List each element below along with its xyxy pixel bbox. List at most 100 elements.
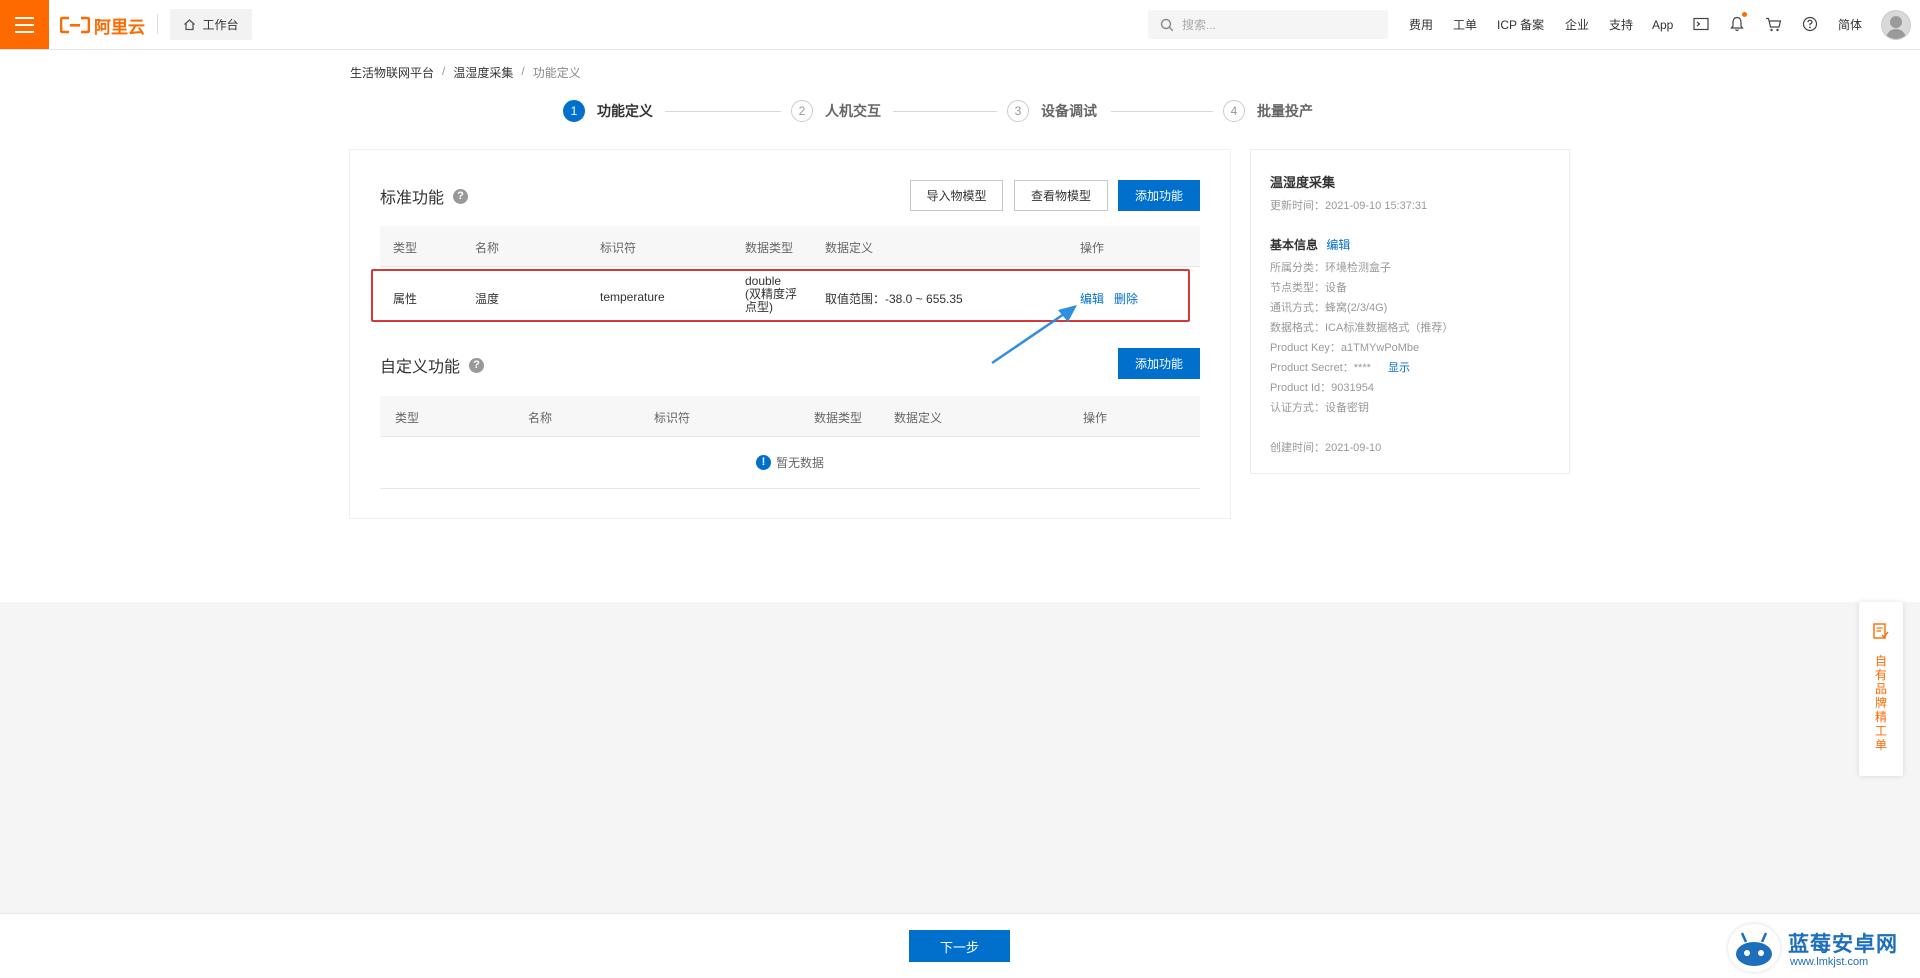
avatar[interactable] <box>1881 10 1911 40</box>
info-icon: ! <box>755 454 771 470</box>
step-3: 3 设备调试 <box>1007 100 1097 122</box>
step-4: 4 批量投产 <box>1223 100 1313 122</box>
info-line: 节点类型：设备 <box>1270 282 1347 294</box>
nav-support[interactable]: 支持 <box>1609 0 1633 49</box>
column-header: 操作 <box>1083 411 1108 425</box>
column-header: 数据类型 <box>814 411 863 425</box>
info-line: 所属分类：环境检测盒子 <box>1270 262 1391 274</box>
standard-section-title: 标准功能 ? <box>380 184 469 208</box>
product-secret: Product Secret：**** <box>1270 362 1371 374</box>
step-number: 1 <box>563 100 585 122</box>
created-time: 创建时间：2021-09-10 <box>1270 442 1382 454</box>
info-line: 通讯方式：蜂窝(2/3/4G) <box>1270 302 1388 314</box>
info-line: 数据格式：ICA标准数据格式（推荐） <box>1270 322 1454 334</box>
function-definition-card: 标准功能 ? 导入物模型 查看物模型 添加功能 类型 名称 标识符 数据类型 数… <box>350 150 1230 518</box>
edit-info-link[interactable]: 编辑 <box>1326 238 1350 252</box>
next-step-button[interactable]: 下一步 <box>909 930 1010 962</box>
column-header: 操作 <box>1080 241 1105 255</box>
view-model-button[interactable]: 查看物模型 <box>1014 180 1108 211</box>
column-header: 数据定义 <box>825 241 874 255</box>
hamburger-icon <box>15 17 34 19</box>
step-connector <box>893 111 997 112</box>
basic-info-text: 基本信息 <box>1270 238 1319 252</box>
divider <box>157 14 158 34</box>
step-progress: 1 功能定义 2 人机交互 3 设备调试 4 批量投产 <box>563 100 1318 124</box>
show-secret-link[interactable]: 显示 <box>1388 362 1410 374</box>
breadcrumb-separator: / <box>521 64 525 78</box>
info-line: Product Key：a1TMYwPoMbe <box>1270 342 1420 354</box>
column-header: 类型 <box>395 411 420 425</box>
search-input[interactable] <box>1180 16 1374 33</box>
hamburger-icon-line <box>15 31 34 33</box>
breadcrumb-product[interactable]: 温湿度采集 <box>453 64 513 81</box>
updated-time: 更新时间：2021-09-10 15:37:31 <box>1270 200 1428 212</box>
terminal-icon[interactable] <box>1691 14 1711 34</box>
import-model-button[interactable]: 导入物模型 <box>910 180 1003 211</box>
watermark: 蓝莓安卓网 www.lmkjst.com <box>1728 922 1918 974</box>
step-1: 1 功能定义 <box>563 100 653 122</box>
step-number: 3 <box>1007 100 1029 122</box>
floating-ticket-tab[interactable]: 自有品牌精工单 <box>1859 602 1903 776</box>
question-icon[interactable]: ? <box>469 357 485 373</box>
step-connector <box>1111 111 1213 112</box>
add-standard-function-button[interactable]: 添加功能 <box>1118 180 1200 211</box>
help-icon[interactable] <box>1800 14 1820 34</box>
edit-note-icon <box>1873 623 1889 639</box>
column-header: 标识符 <box>600 241 637 255</box>
step-label: 批量投产 <box>1257 103 1313 119</box>
question-icon[interactable]: ? <box>453 188 469 204</box>
info-line: 认证方式：设备密钥 <box>1270 402 1369 414</box>
breadcrumb-platform[interactable]: 生活物联网平台 <box>350 64 434 81</box>
top-bar: 阿里云 工作台 费用 工单 ICP 备案 企业 支持 App 简体 <box>0 0 1920 50</box>
step-label: 设备调试 <box>1041 103 1097 119</box>
step-label: 功能定义 <box>597 103 653 119</box>
info-line: Product Secret：**** 显示 <box>1270 359 1410 375</box>
standard-title-text: 标准功能 <box>380 190 445 207</box>
breadcrumb-separator: / <box>442 64 446 78</box>
arrow-annotation <box>991 305 1077 365</box>
floating-tab-text: 自有品牌精工单 <box>1874 654 1887 752</box>
breadcrumb-current: 功能定义 <box>532 66 581 80</box>
notification-dot <box>1742 12 1747 17</box>
column-header: 数据类型 <box>745 241 794 255</box>
step-2: 2 人机交互 <box>791 100 881 122</box>
watermark-logo <box>1728 924 1780 972</box>
search-box[interactable] <box>1148 10 1388 39</box>
info-line: Product Id：9031954 <box>1270 382 1374 394</box>
bell-icon[interactable] <box>1727 14 1747 34</box>
add-custom-function-button[interactable]: 添加功能 <box>1118 348 1200 379</box>
column-header: 名称 <box>528 411 553 425</box>
custom-table-header: 类型 名称 标识符 数据类型 数据定义 操作 <box>380 396 1200 437</box>
workbench-button[interactable]: 工作台 <box>170 9 252 40</box>
nav-app[interactable]: App <box>1652 0 1673 49</box>
empty-state: ! 暂无数据 <box>380 436 1200 489</box>
hamburger-icon-line <box>15 24 34 26</box>
language-switch[interactable]: 简体 <box>1838 0 1862 49</box>
step-label: 人机交互 <box>825 103 881 119</box>
nav-fees[interactable]: 费用 <box>1409 0 1433 49</box>
watermark-name: 蓝莓安卓网 <box>1788 933 1898 956</box>
basic-info-label: 基本信息 编辑 <box>1270 236 1350 253</box>
workbench-label: 工作台 <box>202 18 239 32</box>
aliyun-logo[interactable]: 阿里云 <box>60 12 145 38</box>
column-header: 数据定义 <box>894 411 943 425</box>
breadcrumb: 生活物联网平台 / 温湿度采集 / 功能定义 <box>350 64 581 81</box>
custom-title-text: 自定义功能 <box>380 359 461 376</box>
logo-text: 阿里云 <box>94 17 145 37</box>
cart-icon[interactable] <box>1763 14 1783 34</box>
column-header: 名称 <box>475 241 500 255</box>
column-header: 类型 <box>393 241 418 255</box>
step-number: 2 <box>791 100 813 122</box>
product-info-panel: 温湿度采集 更新时间：2021-09-10 15:37:31 基本信息 编辑 所… <box>1251 150 1569 473</box>
step-connector <box>665 111 781 112</box>
menu-button[interactable] <box>0 0 49 49</box>
standard-table-header: 类型 名称 标识符 数据类型 数据定义 操作 <box>380 226 1200 267</box>
nav-enterprise[interactable]: 企业 <box>1565 0 1589 49</box>
aliyun-logo-icon <box>60 16 90 34</box>
watermark-url: www.lmkjst.com <box>1790 956 1869 968</box>
step-number: 4 <box>1223 100 1245 122</box>
nav-icp[interactable]: ICP 备案 <box>1497 0 1544 49</box>
custom-section-title: 自定义功能 ? <box>380 353 485 377</box>
nav-tickets[interactable]: 工单 <box>1453 0 1477 49</box>
empty-text: 暂无数据 <box>775 455 824 470</box>
